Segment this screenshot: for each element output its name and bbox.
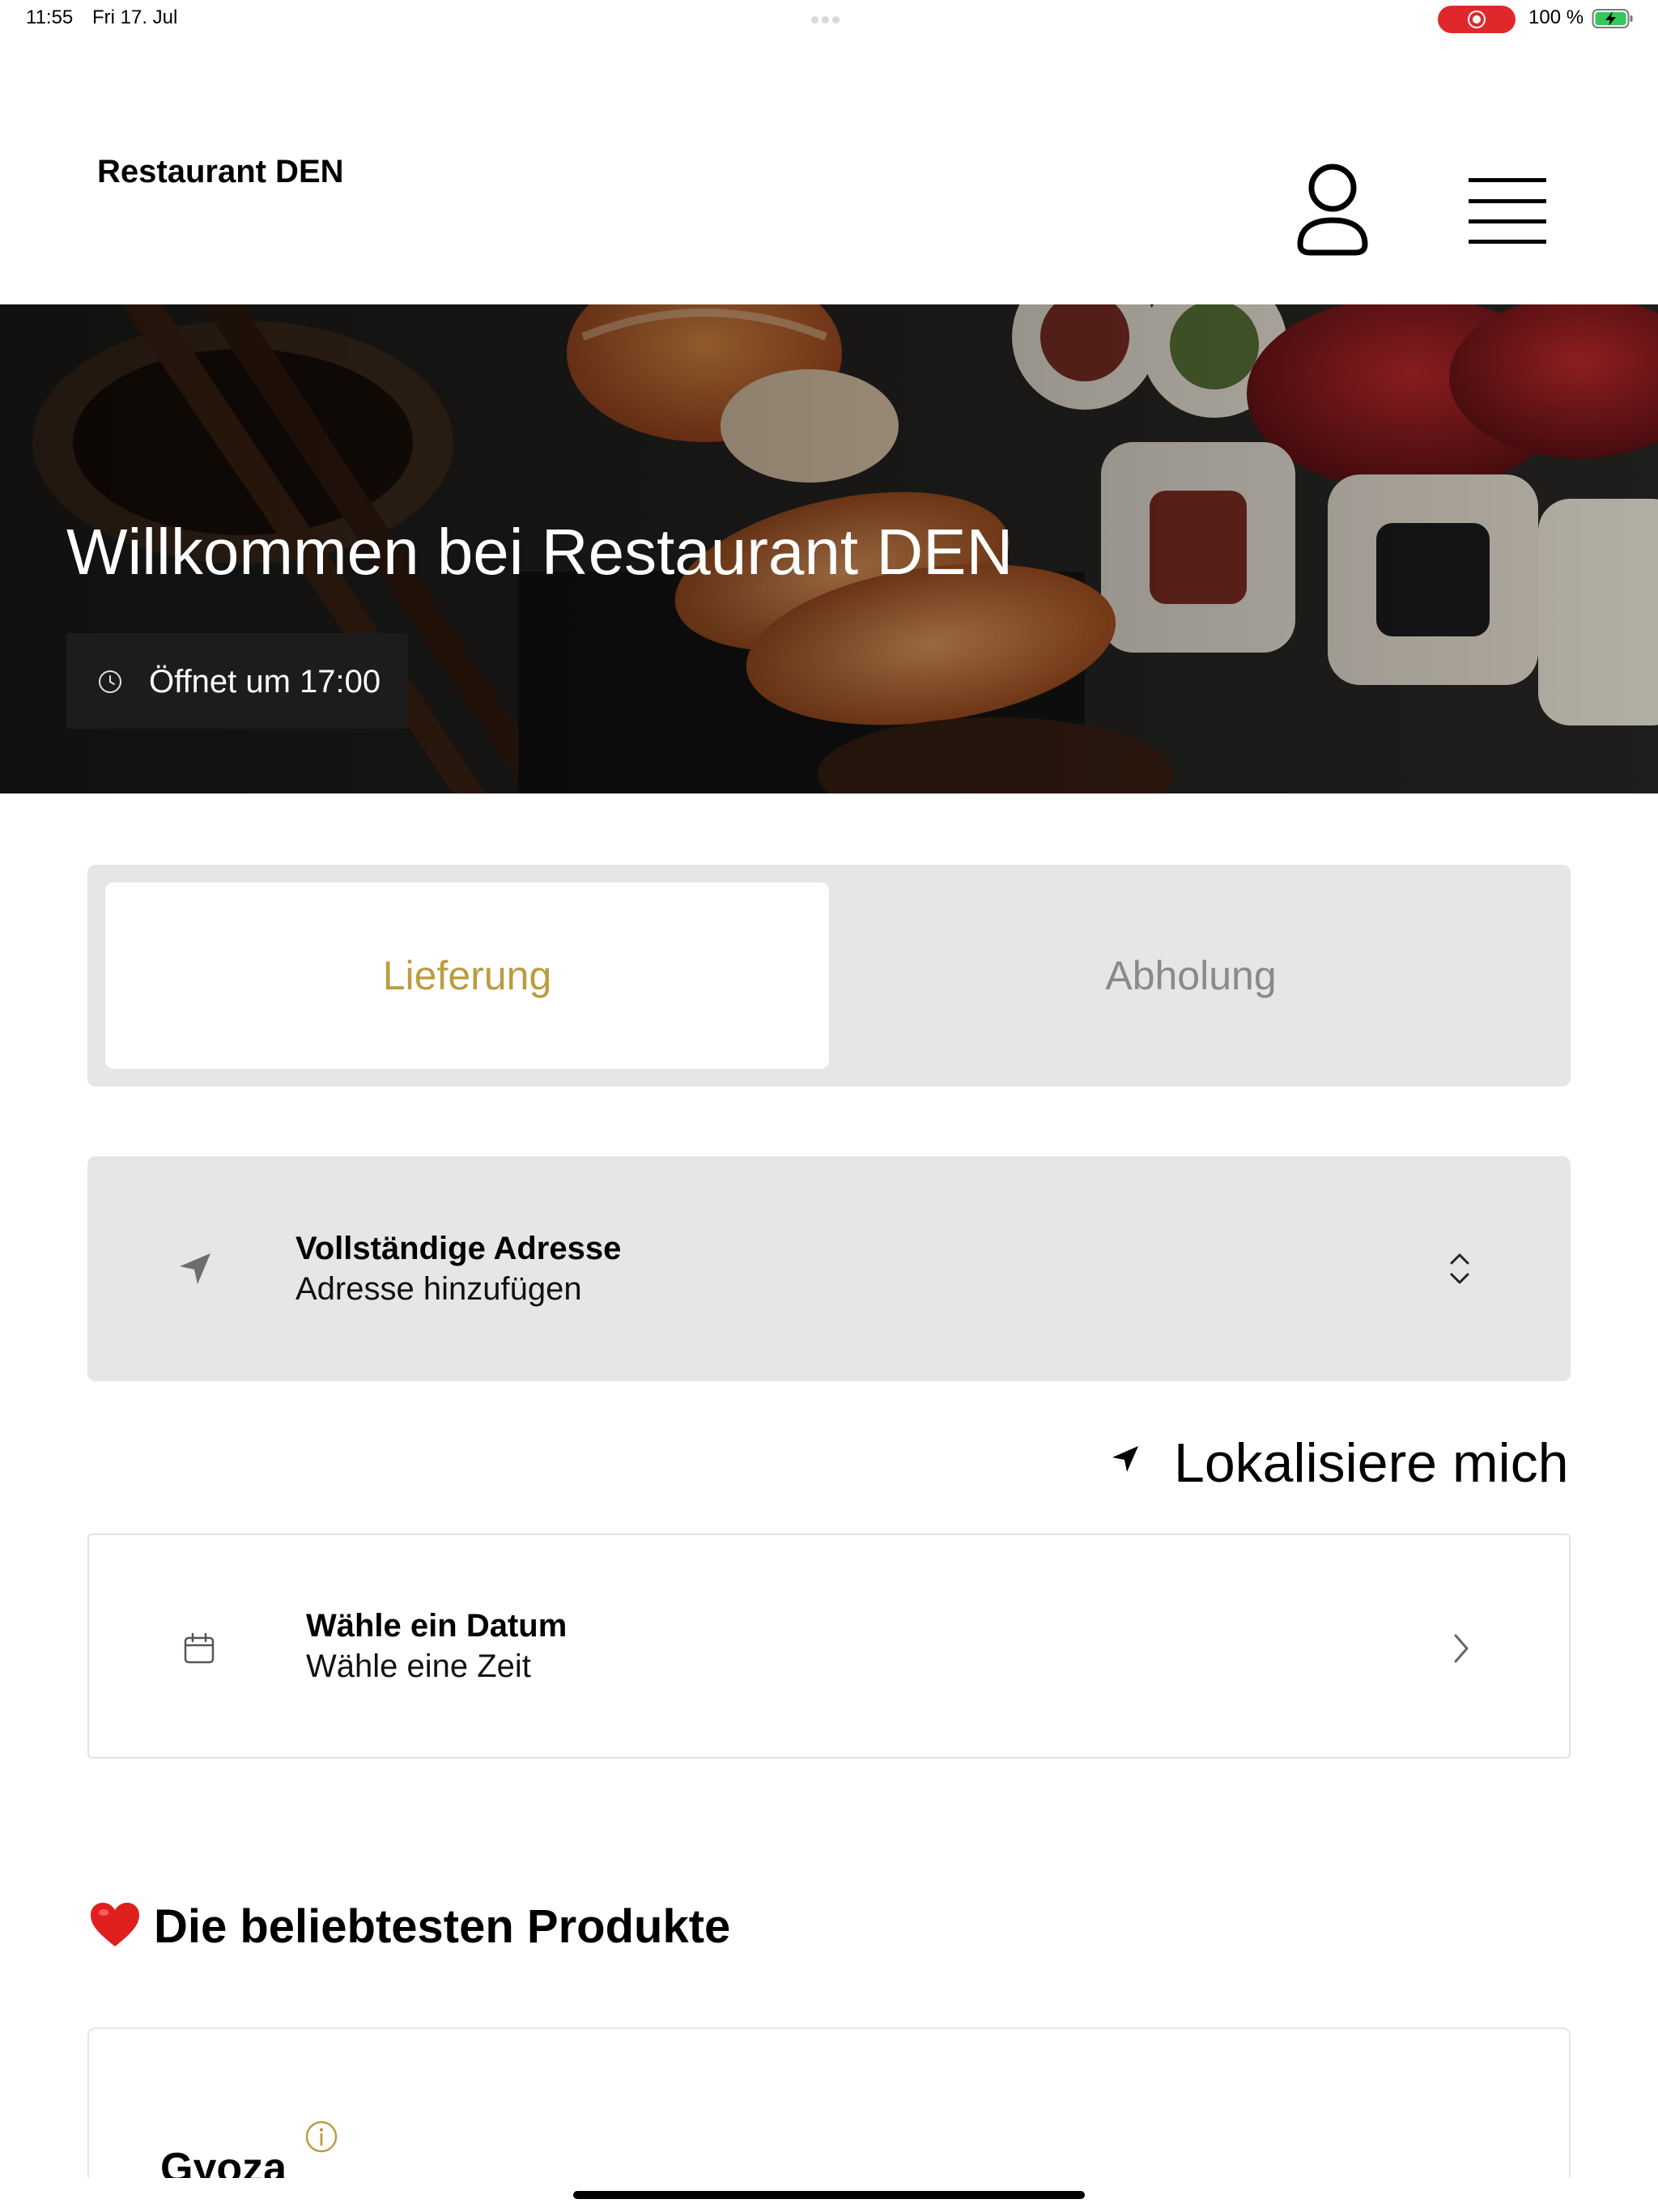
hamburger-menu-icon[interactable] [1467,175,1548,246]
time-label: Wähle eine Zeit [306,1648,531,1684]
clock-icon [99,670,121,693]
home-indicator[interactable] [573,2191,1085,2199]
battery-percentage: 100 % [1528,6,1584,28]
date-label: Wähle ein Datum [306,1608,568,1644]
location-arrow-icon [180,1253,210,1284]
restaurant-brand[interactable]: Restaurant DEN [97,154,344,190]
screen-recording-icon[interactable] [1438,6,1516,33]
status-bar: 11:55 Fri 17. Jul 100 % [0,0,1658,39]
hero-banner: Willkommen bei Restaurant DEN Öffnet um … [0,304,1658,793]
popular-products-title: Die beliebtesten Produkte [154,1900,731,1953]
battery-charging-icon [1592,9,1633,28]
date-time-selector[interactable]: Wähle ein Datum Wähle eine Zeit [87,1534,1571,1759]
info-icon[interactable] [304,2120,338,2154]
opening-hours-text: Öffnet um 17:00 [149,664,381,700]
heart-icon [91,1903,139,1946]
tab-pickup[interactable]: Abholung [829,883,1553,1069]
chevron-right-icon [1454,1634,1469,1663]
calendar-icon [184,1632,215,1664]
locate-me-label: Lokalisiere mich [1174,1432,1569,1494]
user-account-icon[interactable] [1292,164,1373,257]
multitasking-dots-icon[interactable] [811,13,847,23]
address-label: Vollständige Adresse [295,1231,622,1266]
chevron-up-down-icon [1450,1253,1469,1284]
opening-hours-badge: Öffnet um 17:00 [66,633,408,729]
welcome-title: Willkommen bei Restaurant DEN [66,516,1014,588]
app-header: Restaurant DEN [0,39,1658,304]
tab-delivery[interactable]: Lieferung [105,883,829,1069]
address-selector[interactable]: Vollständige Adresse Adresse hinzufügen [87,1156,1571,1381]
order-mode-switch: Lieferung Abholung [87,865,1571,1087]
status-date: Fri 17. Jul [92,6,178,28]
locate-me-button[interactable]: Lokalisiere mich [1107,1428,1571,1494]
status-time: 11:55 [26,6,74,28]
address-placeholder: Adresse hinzufügen [295,1271,582,1307]
location-arrow-icon [1112,1446,1138,1472]
